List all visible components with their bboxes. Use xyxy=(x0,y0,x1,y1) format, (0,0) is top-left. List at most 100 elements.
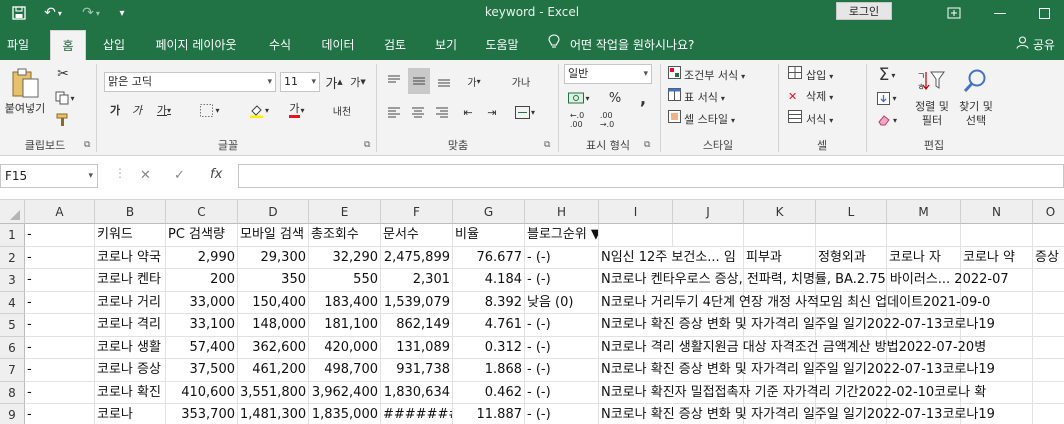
cell-e7[interactable]: 498,700 xyxy=(309,359,381,382)
cell-o7[interactable] xyxy=(1033,359,1064,382)
cell-h8[interactable]: - (-) xyxy=(525,381,599,404)
increase-indent-icon[interactable]: ⇥ xyxy=(482,102,502,122)
accounting-format-icon[interactable]: ▾ xyxy=(564,88,594,108)
cell-b1[interactable]: 키워드 xyxy=(95,224,166,247)
phonetic-icon[interactable]: 내천 xyxy=(330,100,354,120)
redo-icon[interactable]: ↷ ▾ xyxy=(76,3,106,23)
italic-icon[interactable]: 가 xyxy=(128,100,146,120)
align-top-icon[interactable] xyxy=(384,70,404,92)
row-header-8[interactable]: 8 xyxy=(0,381,25,404)
cell-e3[interactable]: 550 xyxy=(309,269,381,292)
conditional-format-button[interactable]: 조건부 서식 ▾ xyxy=(668,66,745,83)
cell-c3[interactable]: 200 xyxy=(166,269,238,292)
cell-b9[interactable]: 코로나 xyxy=(95,404,166,424)
cell-f9[interactable]: ####### xyxy=(381,404,453,424)
format-cells-button[interactable]: 서식 ▾ xyxy=(788,110,833,127)
cell-o2[interactable]: 증상 xyxy=(1033,247,1064,269)
copy-icon[interactable]: ▾ xyxy=(52,88,78,108)
cell-f2[interactable]: 2,475,899 xyxy=(381,246,453,269)
cell-b4[interactable]: 코로나 거리 xyxy=(95,291,166,314)
font-launcher-icon[interactable]: ⧉ xyxy=(364,140,370,150)
cell-d1[interactable]: 모바일 검색 xyxy=(238,224,309,247)
cell-e6[interactable]: 420,000 xyxy=(309,336,381,359)
cell-d2[interactable]: 29,300 xyxy=(238,246,309,269)
cell-a6[interactable]: - xyxy=(25,336,95,359)
font-name-select[interactable]: 맑은 고딕 ▾ xyxy=(104,72,276,92)
column-header-h[interactable]: H xyxy=(525,200,599,224)
cell-a8[interactable]: - xyxy=(25,381,95,404)
cell-f1[interactable]: 문서수 xyxy=(381,224,453,247)
cell-i2[interactable]: N임신 12주 보건소... 임 xyxy=(599,247,736,269)
cell-e5[interactable]: 181,100 xyxy=(309,314,381,337)
cell-d8[interactable]: 3,551,800 xyxy=(238,381,309,404)
cell-g6[interactable]: 0.312 xyxy=(453,336,525,359)
cell-i6[interactable]: N코로나 격리 생활지원금 대상 자격조건 금액계산 방법2022-07-20병 xyxy=(599,337,986,359)
column-header-k[interactable]: K xyxy=(744,200,816,224)
sort-filter-button[interactable]: 정렬 및 필터 xyxy=(910,100,954,128)
cell-c9[interactable]: 353,700 xyxy=(166,404,238,424)
font-size-select[interactable]: 11 ▾ xyxy=(280,72,320,92)
cell-b5[interactable]: 코로나 격리 xyxy=(95,314,166,337)
column-header-c[interactable]: C xyxy=(166,200,238,224)
number-format-select[interactable]: 일반 ▾ xyxy=(564,64,652,84)
cell-b2[interactable]: 코로나 약국 xyxy=(95,246,166,269)
cell-i8[interactable]: N코로나 확진자 밀접접촉자 기준 자가격리 기간2022-02-10코로나 확 xyxy=(599,382,986,404)
cell-d5[interactable]: 148,000 xyxy=(238,314,309,337)
cell-f4[interactable]: 1,539,079 xyxy=(381,291,453,314)
cell-i1[interactable] xyxy=(599,224,673,247)
cell-g5[interactable]: 4.761 xyxy=(453,314,525,337)
align-left-icon[interactable] xyxy=(384,102,404,122)
cell-a3[interactable]: - xyxy=(25,269,95,292)
cell-a1[interactable]: - xyxy=(25,224,95,247)
cell-g3[interactable]: 4.184 xyxy=(453,269,525,292)
row-header-7[interactable]: 7 xyxy=(0,359,25,382)
cell-d6[interactable]: 362,600 xyxy=(238,336,309,359)
paste-button[interactable]: 붙여넣기 xyxy=(0,100,50,116)
minimize-icon[interactable]: — xyxy=(980,0,1020,26)
paste-icon[interactable] xyxy=(8,66,42,100)
number-launcher-icon[interactable]: ⧉ xyxy=(644,140,650,150)
font-color-icon[interactable]: 가 ▾ xyxy=(282,100,312,120)
row-header-1[interactable]: 1 xyxy=(0,224,25,247)
customize-qat-icon[interactable]: ▾ xyxy=(112,3,132,23)
cell-o5[interactable] xyxy=(1033,314,1064,337)
cell-e4[interactable]: 183,400 xyxy=(309,291,381,314)
cell-b6[interactable]: 코로나 생활 xyxy=(95,336,166,359)
cell-k1[interactable] xyxy=(744,224,816,247)
fill-color-icon[interactable]: ▾ xyxy=(244,100,274,120)
ribbon-display-icon[interactable] xyxy=(934,0,974,26)
row-header-2[interactable]: 2 xyxy=(0,246,25,269)
tab-page-layout[interactable]: 페이지 레이아웃 xyxy=(146,30,246,60)
decrease-indent-icon[interactable]: ⇤ xyxy=(458,102,478,122)
borders-icon[interactable]: ▾ xyxy=(196,100,224,120)
wrap-text-icon[interactable]: 가나 xyxy=(510,70,532,92)
insert-cells-button[interactable]: 삽입 ▾ xyxy=(788,66,833,83)
cell-l1[interactable] xyxy=(816,224,887,247)
column-header-n[interactable]: N xyxy=(961,200,1033,224)
column-header-i[interactable]: I xyxy=(599,200,673,224)
cell-o8[interactable] xyxy=(1033,382,1064,404)
cell-e1[interactable]: 총조회수 xyxy=(309,224,381,247)
cell-g8[interactable]: 0.462 xyxy=(453,381,525,404)
cell-c6[interactable]: 57,400 xyxy=(166,336,238,359)
cell-f6[interactable]: 131,089 xyxy=(381,336,453,359)
align-right-icon[interactable] xyxy=(432,102,452,122)
row-header-9[interactable]: 9 xyxy=(0,404,25,424)
percent-icon[interactable]: % xyxy=(604,88,626,108)
column-header-b[interactable]: B xyxy=(95,200,166,224)
tab-formulas[interactable]: 수식 xyxy=(258,30,302,60)
cell-m1[interactable] xyxy=(887,224,961,247)
format-as-table-button[interactable]: 표 서식 ▾ xyxy=(668,88,725,105)
align-center-icon[interactable] xyxy=(408,102,428,122)
login-button[interactable]: 로그인 xyxy=(836,2,892,20)
cell-a9[interactable]: - xyxy=(25,404,95,424)
alignment-launcher-icon[interactable]: ⧉ xyxy=(544,140,550,150)
cell-a2[interactable]: - xyxy=(25,246,95,269)
cell-o6[interactable] xyxy=(1033,337,1064,359)
tab-insert[interactable]: 삽입 xyxy=(94,30,134,60)
cell-i4[interactable]: N코로나 거리두기 4단계 연장 개정 사적모임 최신 업데이트2021-09-… xyxy=(599,292,990,314)
cell-a4[interactable]: - xyxy=(25,291,95,314)
cell-c5[interactable]: 33,100 xyxy=(166,314,238,337)
row-header-4[interactable]: 4 xyxy=(0,291,25,314)
cell-i9[interactable]: N코로나 확진 증상 변화 및 자가격리 일주일 일기2022-07-13코로나… xyxy=(599,404,995,424)
